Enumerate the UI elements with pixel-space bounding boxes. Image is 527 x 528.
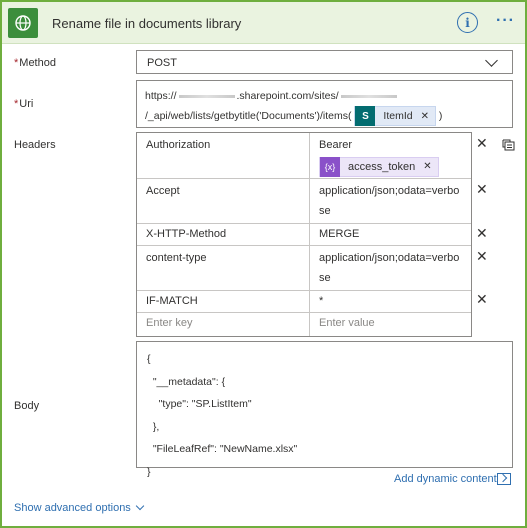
redacted-text (178, 94, 235, 98)
uri-text: .sharepoint.com/sites/ (236, 90, 339, 102)
uri-text: ) (438, 109, 443, 122)
add-dynamic-content-icon[interactable] (497, 473, 511, 485)
header-value-text: Bearer (319, 139, 353, 151)
token-label: access_token (348, 161, 416, 173)
card-title: Rename file in documents library (52, 16, 242, 31)
uri-text: https:// (145, 90, 177, 102)
globe-icon (8, 8, 38, 38)
remove-token-icon[interactable]: ✕ (423, 157, 431, 177)
header-row: IF-MATCH * (137, 291, 471, 313)
new-header-key-input[interactable]: Enter key (137, 313, 310, 336)
method-value: POST (147, 57, 177, 69)
show-advanced-label: Show advanced options (14, 502, 131, 514)
token-label: ItemId (383, 109, 413, 122)
delete-row-icon[interactable]: ✕ (476, 248, 488, 265)
chevron-down-icon (485, 54, 498, 67)
uri-input[interactable]: https:// .sharepoint.com/sites/ /_api/web/… (136, 80, 513, 128)
header-value[interactable]: Bearer {x} access_token ✕ (310, 133, 471, 178)
header-value[interactable]: application/json;odata=verbose (310, 246, 471, 290)
header-key[interactable]: Accept (137, 179, 310, 223)
redacted-text (340, 94, 397, 98)
header-value[interactable]: MERGE (310, 224, 471, 245)
header-row: X-HTTP-Method MERGE (137, 224, 471, 246)
method-label: *Method (14, 57, 56, 69)
headers-label: Headers (14, 139, 56, 151)
delete-row-icon[interactable]: ✕ (476, 181, 488, 198)
info-icon[interactable]: i (457, 12, 478, 33)
switch-to-text-mode-icon[interactable] (502, 139, 515, 151)
itemid-token[interactable]: S ItemId ✕ (354, 106, 436, 126)
header-key[interactable]: IF-MATCH (137, 291, 310, 312)
delete-row-icon[interactable]: ✕ (476, 135, 488, 152)
more-options-icon[interactable]: ··· (496, 12, 515, 30)
method-dropdown[interactable]: POST (136, 50, 513, 74)
body-input[interactable]: { "__metadata": { "type": "SP.ListItem" … (136, 341, 513, 478)
header-row: content-type application/json;odata=verb… (137, 246, 471, 291)
header-row-new: Enter key Enter value (137, 313, 471, 336)
expression-icon: {x} (320, 157, 340, 177)
uri-text: /_api/web/lists/getbytitle('Documents')/… (145, 109, 352, 122)
sharepoint-icon: S (355, 106, 376, 126)
header-value[interactable]: application/json;odata=verbose (310, 179, 471, 223)
card-header[interactable]: Rename file in documents library i ··· (2, 2, 525, 44)
uri-label: *Uri (14, 98, 34, 110)
header-value[interactable]: * (310, 291, 471, 312)
new-header-value-input[interactable]: Enter value (310, 313, 471, 336)
delete-row-icon[interactable]: ✕ (476, 291, 488, 308)
chevron-down-icon (135, 501, 145, 511)
add-dynamic-content-link[interactable]: Add dynamic content (394, 473, 497, 485)
access-token-token[interactable]: {x} access_token ✕ (319, 157, 439, 177)
header-key[interactable]: content-type (137, 246, 310, 290)
body-label: Body (14, 400, 40, 412)
header-key[interactable]: Authorization (137, 133, 310, 178)
show-advanced-options-link[interactable]: Show advanced options (14, 501, 145, 514)
action-card: Rename file in documents library i ··· *… (0, 0, 527, 528)
header-row: Authorization Bearer {x} access_token ✕ (137, 133, 471, 179)
header-key[interactable]: X-HTTP-Method (137, 224, 310, 245)
delete-row-icon[interactable]: ✕ (476, 225, 488, 242)
remove-token-icon[interactable]: ✕ (421, 107, 429, 126)
headers-table: Authorization Bearer {x} access_token ✕ … (136, 132, 472, 337)
header-row: Accept application/json;odata=verbose (137, 179, 471, 224)
